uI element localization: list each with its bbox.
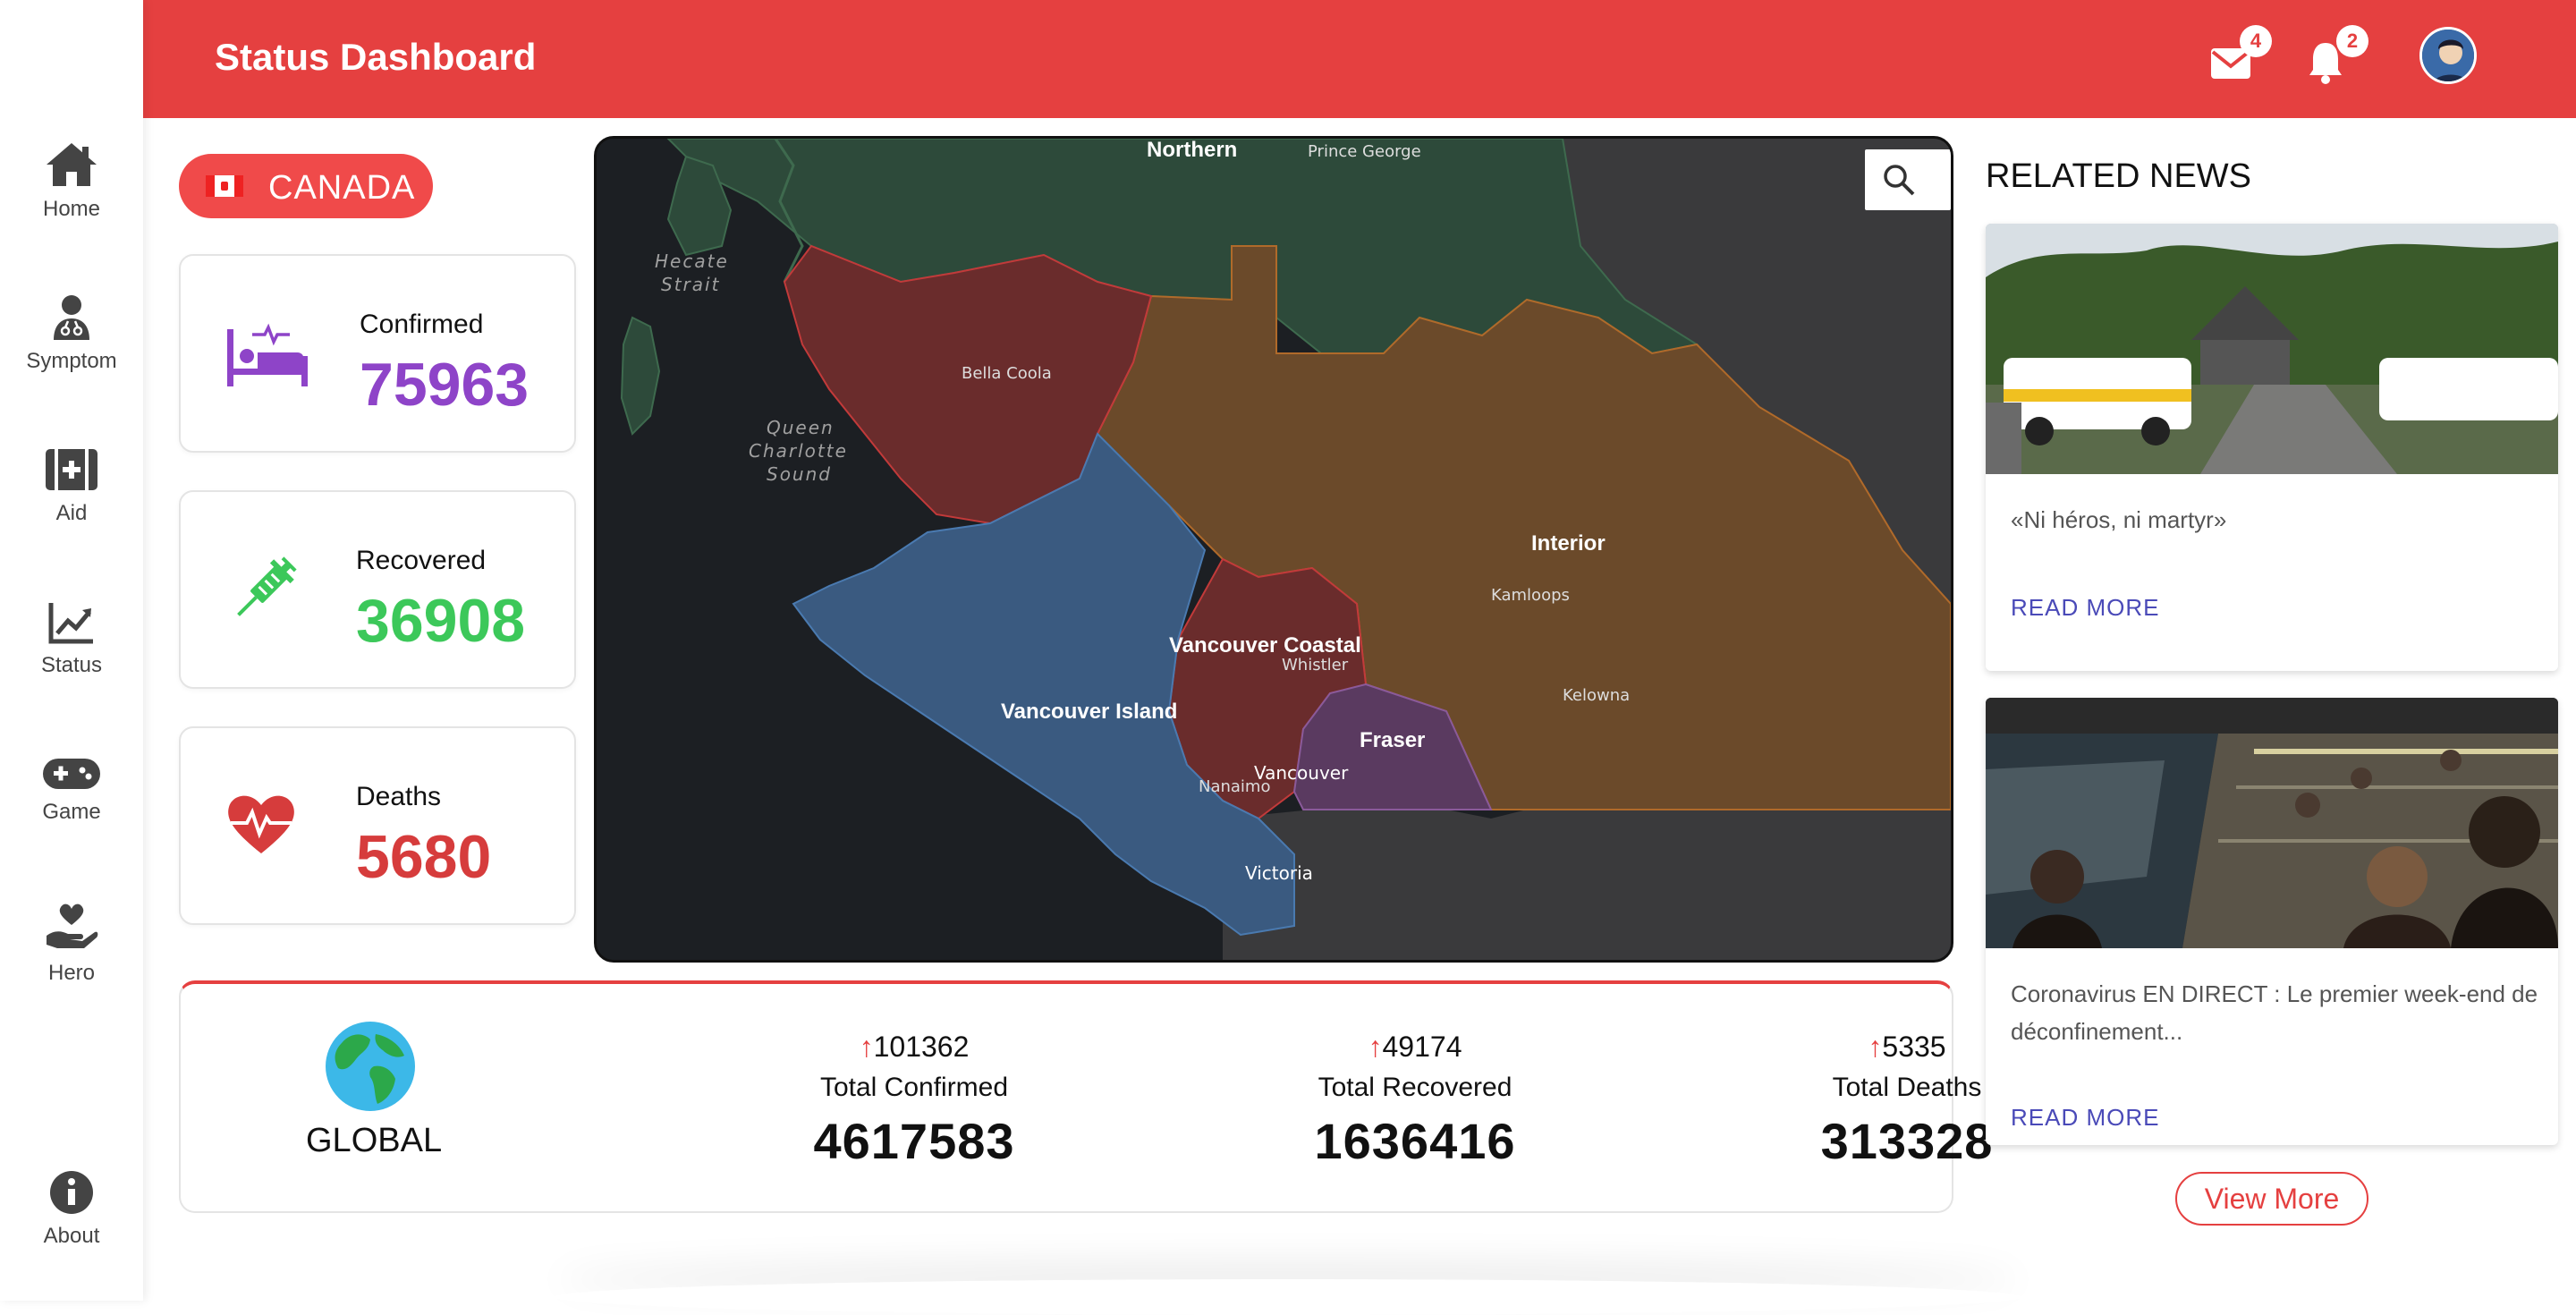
place-label-kelowna: Kelowna bbox=[1563, 686, 1630, 705]
notifications-button[interactable]: 2 bbox=[2308, 25, 2368, 88]
confirmed-delta-row: ↑101362 bbox=[735, 1031, 1093, 1064]
global-recovered: ↑49174 Total Recovered 1636416 bbox=[1236, 1031, 1594, 1170]
sidebar-item-label: Game bbox=[42, 800, 101, 824]
heartbeat-icon bbox=[228, 795, 294, 853]
sidebar-item-label: Symptom bbox=[26, 349, 117, 373]
sidebar-item-symptom[interactable]: Symptom bbox=[0, 293, 143, 374]
deaths-value: 5680 bbox=[356, 823, 492, 891]
confirmed-delta: 101362 bbox=[873, 1031, 970, 1063]
sidebar-item-label: Status bbox=[40, 653, 103, 677]
first-aid-icon bbox=[46, 449, 97, 490]
hand-heart-icon bbox=[47, 904, 98, 948]
sidebar-item-home[interactable]: Home bbox=[0, 141, 143, 222]
bottom-shadow bbox=[555, 1279, 2021, 1315]
doctor-icon bbox=[54, 295, 89, 340]
place-label-bella-coola: Bella Coola bbox=[962, 364, 1052, 383]
sidebar-item-hero[interactable]: Hero bbox=[0, 902, 143, 986]
notification-count-badge: 2 bbox=[2336, 25, 2368, 57]
deaths-label: Deaths bbox=[356, 782, 442, 811]
recovered-label: Recovered bbox=[356, 546, 487, 575]
total-confirmed-label: Total Confirmed bbox=[819, 1073, 1009, 1102]
region-label-vancouver-coastal: Vancouver Coastal bbox=[1169, 633, 1361, 658]
page-title: Status Dashboard bbox=[215, 36, 537, 78]
view-more-button[interactable]: View More bbox=[2175, 1172, 2368, 1226]
mail-count-badge: 4 bbox=[2240, 25, 2272, 57]
total-recovered-value: 1636416 bbox=[1314, 1113, 1516, 1169]
syringe-icon bbox=[237, 556, 297, 616]
place-label-prince-george: Prince George bbox=[1308, 142, 1421, 161]
recovered-delta: 49174 bbox=[1382, 1031, 1462, 1063]
country-selector[interactable]: CANADA bbox=[179, 154, 433, 218]
read-more-link[interactable]: READ MORE bbox=[2011, 1104, 2159, 1132]
news-title[interactable]: «Ni héros, ni martyr» bbox=[2011, 501, 2538, 539]
deaths-delta: 5335 bbox=[1882, 1031, 1946, 1063]
water-label-qcs-line1: Queen bbox=[767, 417, 835, 438]
regional-map[interactable]: Northern Interior Vancouver Coastal Vanc… bbox=[594, 136, 1953, 963]
user-avatar-icon bbox=[2422, 30, 2474, 81]
chart-line-icon bbox=[48, 603, 93, 644]
confirmed-label: Confirmed bbox=[360, 310, 484, 339]
water-label-hecate-line2: Strait bbox=[661, 274, 720, 295]
sidebar: Home Symptom Aid Status Game Hero About bbox=[0, 0, 143, 1301]
map-search-button[interactable] bbox=[1865, 149, 1951, 210]
deaths-card: Deaths 5680 bbox=[179, 726, 576, 925]
news-thumbnail-image bbox=[1986, 698, 2558, 948]
confirmed-value: 75963 bbox=[360, 351, 530, 419]
place-label-whistler: Whistler bbox=[1282, 656, 1349, 674]
recovered-delta-row: ↑49174 bbox=[1236, 1031, 1594, 1064]
global-label: GLOBAL bbox=[306, 1122, 443, 1159]
country-name: CANADA bbox=[268, 169, 416, 207]
total-confirmed-value: 4617583 bbox=[813, 1113, 1015, 1169]
global-stats-panel: GLOBAL ↑101362 Total Confirmed 4617583 ↑… bbox=[179, 980, 1992, 1213]
place-label-nanaimo: Nanaimo bbox=[1199, 777, 1270, 796]
sidebar-item-status[interactable]: Status bbox=[0, 601, 143, 678]
water-label-hecate-line1: Hecate bbox=[655, 250, 729, 272]
place-label-kamloops: Kamloops bbox=[1491, 586, 1570, 605]
sidebar-item-label: Home bbox=[42, 197, 101, 221]
up-arrow-icon: ↑ bbox=[1368, 1031, 1383, 1063]
gamepad-icon bbox=[43, 759, 100, 789]
top-bar: Status Dashboard 4 2 bbox=[143, 0, 2576, 118]
bc-health-regions-map: Northern Interior Vancouver Coastal Vanc… bbox=[597, 139, 1951, 960]
hospital-bed-icon bbox=[227, 323, 308, 386]
recovered-value: 36908 bbox=[356, 587, 526, 655]
region-label-vancouver-island: Vancouver Island bbox=[1001, 700, 1177, 724]
canada-flag-icon bbox=[206, 175, 243, 197]
recovered-card: Recovered 36908 bbox=[179, 490, 576, 689]
sidebar-item-game[interactable]: Game bbox=[0, 759, 143, 825]
water-label-qcs-line2: Charlotte bbox=[749, 440, 848, 462]
avatar[interactable] bbox=[2419, 27, 2477, 84]
news-thumbnail-image bbox=[1986, 224, 2558, 474]
globe-icon bbox=[326, 1022, 415, 1111]
sidebar-item-aid[interactable]: Aid bbox=[0, 447, 143, 526]
news-card[interactable]: «Ni héros, ni martyr» READ MORE bbox=[1986, 224, 2558, 671]
related-news-heading: RELATED NEWS bbox=[1986, 157, 2252, 195]
total-recovered-label: Total Recovered bbox=[1318, 1073, 1513, 1102]
water-label-qcs-line3: Sound bbox=[767, 463, 832, 485]
region-label-northern: Northern bbox=[1147, 139, 1237, 162]
confirmed-card: Confirmed 75963 bbox=[179, 254, 576, 453]
global-confirmed: ↑101362 Total Confirmed 4617583 bbox=[735, 1031, 1093, 1170]
sidebar-item-label: Hero bbox=[47, 961, 96, 985]
sidebar-item-label: Aid bbox=[55, 501, 88, 525]
sidebar-item-about[interactable]: About bbox=[0, 1170, 143, 1249]
place-label-victoria: Victoria bbox=[1245, 862, 1313, 884]
read-more-link[interactable]: READ MORE bbox=[2011, 594, 2159, 622]
up-arrow-icon: ↑ bbox=[1868, 1031, 1883, 1063]
home-icon bbox=[47, 143, 97, 186]
up-arrow-icon: ↑ bbox=[859, 1031, 874, 1063]
messages-button[interactable]: 4 bbox=[2211, 25, 2272, 88]
news-title[interactable]: Coronavirus EN DIRECT : Le premier week-… bbox=[2011, 975, 2538, 1050]
region-label-interior: Interior bbox=[1531, 531, 1606, 556]
search-icon bbox=[1884, 165, 1915, 196]
sidebar-item-label: About bbox=[43, 1224, 100, 1248]
news-card[interactable]: Coronavirus EN DIRECT : Le premier week-… bbox=[1986, 698, 2558, 1145]
region-label-fraser: Fraser bbox=[1360, 728, 1425, 752]
info-icon bbox=[50, 1171, 93, 1214]
